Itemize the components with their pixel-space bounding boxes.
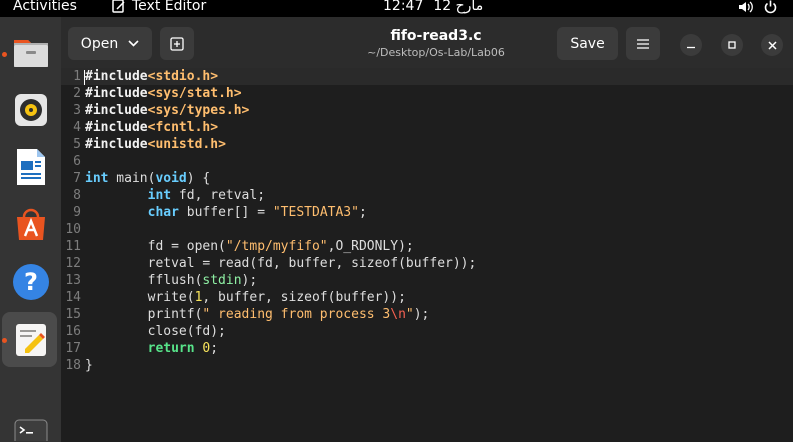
line-number: 10: [65, 222, 81, 237]
line-number: 5: [73, 137, 81, 152]
line-number: 2: [73, 86, 81, 101]
line-number: 6: [73, 154, 81, 169]
app-menu[interactable]: Text Editor: [112, 0, 206, 14]
line-number: 13: [65, 273, 81, 288]
minimize-button[interactable]: [680, 34, 702, 56]
header-bar: Open fifo-read3.c ~/Desktop/Os-Lab/Lab06…: [61, 17, 793, 70]
dock-item-files[interactable]: [0, 22, 61, 82]
software-icon: [16, 208, 45, 240]
code-line: write(1, buffer, sizeof(buffer));: [85, 290, 406, 305]
close-icon: [767, 40, 777, 50]
text-editor-icon: [15, 324, 46, 356]
dock-item-help[interactable]: ?: [0, 252, 61, 312]
line-number: 1: [73, 69, 81, 84]
help-icon: ?: [12, 264, 49, 300]
svg-text:?: ?: [24, 268, 38, 296]
line-number-gutter: 1 2 3 4 5 6 7 8 9 10 11 12 13 14 15 16 1…: [61, 69, 84, 442]
dock: ?: [0, 17, 61, 442]
line-number: 9: [73, 205, 81, 220]
minimize-icon: [687, 46, 695, 49]
document-path: ~/Desktop/Os-Lab/Lab06: [367, 46, 505, 59]
writer-icon: [16, 149, 45, 185]
line-number: 8: [73, 188, 81, 203]
volume-icon: [739, 1, 753, 13]
code-line: char buffer[] = "TESTDATA3";: [147, 205, 367, 220]
running-indicator: [2, 52, 7, 57]
running-indicator: [2, 338, 7, 343]
code-line: fflush(stdin);: [85, 273, 258, 288]
code-line: return 0;: [147, 341, 219, 356]
open-button[interactable]: Open: [68, 27, 152, 60]
code-line: }: [85, 358, 93, 373]
new-tab-button[interactable]: [160, 27, 194, 60]
dock-item-writer[interactable]: [0, 137, 61, 197]
code-line: retval = read(fd, buffer, sizeof(buffer)…: [85, 256, 477, 271]
activities-button[interactable]: Activities: [13, 0, 77, 14]
code-line: #include<sys/stat.h>: [85, 86, 242, 101]
line-number: 15: [65, 307, 81, 322]
new-tab-icon: [170, 36, 184, 51]
dock-item-text-editor[interactable]: [0, 310, 61, 370]
code-line: fd = open("/tmp/myfifo",O_RDONLY);: [85, 239, 414, 254]
terminal-icon: [14, 419, 47, 441]
top-bar: Activities Text Editor 12:47 12 مارح: [0, 0, 793, 17]
line-number: 16: [65, 324, 81, 339]
dock-item-rhythmbox[interactable]: [0, 80, 61, 140]
chevron-down-icon: [128, 40, 139, 47]
text-editor-small-icon: [112, 0, 125, 13]
line-number: 11: [65, 239, 81, 254]
close-button[interactable]: [761, 34, 783, 56]
code-line: #include<stdio.h>: [85, 69, 219, 84]
clock[interactable]: 12:47 12 مارح: [383, 0, 483, 14]
code-line: #include<fcntl.h>: [85, 120, 219, 135]
hamburger-icon: [637, 38, 649, 49]
code-line: printf(" reading from process 3\n");: [85, 307, 430, 322]
document-title: fifo-read3.c: [390, 28, 482, 44]
code-line: close(fd);: [85, 324, 226, 339]
maximize-button[interactable]: [721, 34, 743, 56]
line-number: 17: [65, 341, 81, 356]
line-number: 4: [73, 120, 81, 135]
rhythmbox-icon: [14, 94, 47, 126]
restore-icon: [728, 41, 736, 49]
line-number: 12: [65, 256, 81, 271]
line-number: 7: [73, 171, 81, 186]
code-line: int main(void) {: [85, 171, 211, 186]
main-menu-button[interactable]: [626, 27, 660, 60]
dock-item-software[interactable]: [0, 195, 61, 255]
clock-date: 12 مارح: [433, 0, 484, 14]
code-line: int fd, retval;: [147, 188, 266, 203]
clock-time: 12:47: [383, 0, 424, 14]
code-line: #include<unistd.h>: [85, 137, 226, 152]
code-line: #include<sys/types.h>: [85, 103, 250, 118]
line-number: 3: [73, 103, 81, 118]
power-icon: [764, 0, 777, 14]
line-number: 14: [65, 290, 81, 305]
files-icon: [13, 40, 48, 67]
code-editor[interactable]: 1 2 3 4 5 6 7 8 9 10 11 12 13 14 15 16 1…: [61, 68, 793, 442]
system-tray[interactable]: [738, 0, 777, 14]
dock-item-terminal[interactable]: [0, 415, 61, 442]
app-name: Text Editor: [132, 0, 207, 14]
save-button[interactable]: Save: [557, 27, 618, 60]
open-label: Open: [80, 35, 119, 52]
line-number: 18: [65, 358, 81, 373]
